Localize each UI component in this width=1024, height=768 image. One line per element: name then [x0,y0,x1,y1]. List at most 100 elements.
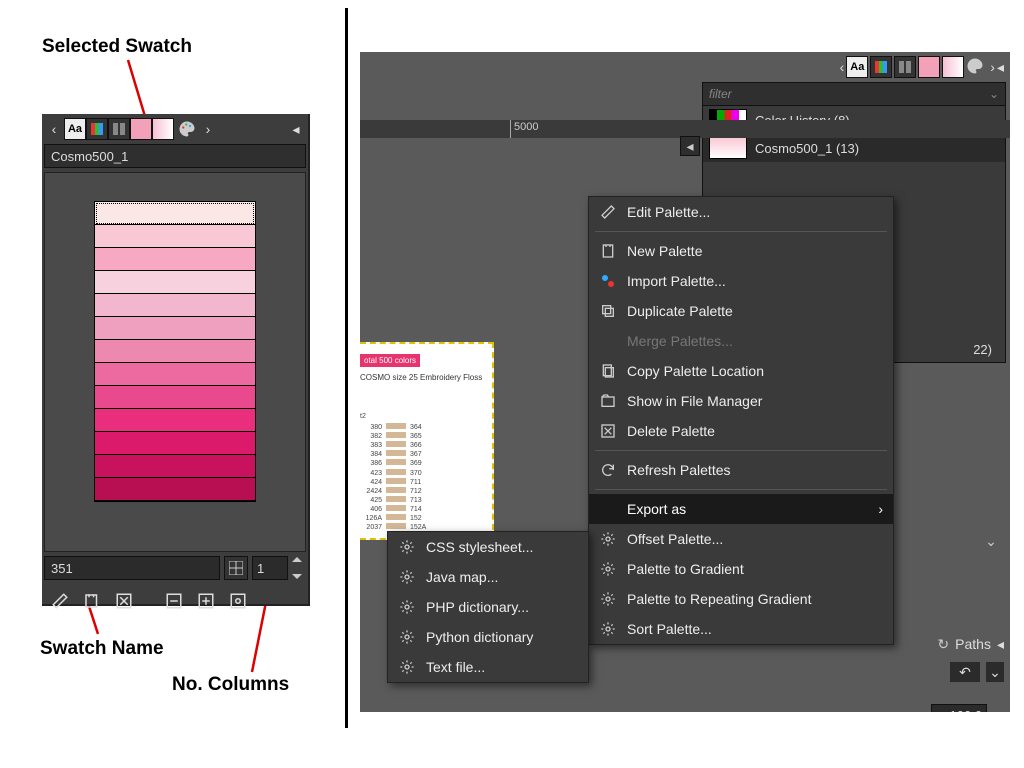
dock-menu-icon[interactable]: ◂ [997,636,1004,653]
gear-icon [398,568,416,586]
menu-item[interactable]: Export as› [589,494,893,524]
chevron-down-icon[interactable]: ⌄ [993,707,1004,712]
doc-color-count-tag: otal 500 colors [360,354,420,367]
menu-item-label: Duplicate Palette [627,303,733,319]
chevron-down-icon: ⌄ [989,87,999,101]
palette-swatch[interactable] [95,225,255,248]
submenu-item[interactable]: Text file... [388,652,588,682]
palette-filter-field[interactable]: filter ⌄ [703,83,1005,106]
font-tab-icon[interactable]: Aa [846,56,868,78]
palette-artist-icon[interactable] [176,121,198,137]
panel-expand-chevron[interactable]: ⌄ [982,532,1000,550]
new-icon [599,242,617,260]
columns-tab-icon[interactable] [108,118,130,140]
palette-artist-icon[interactable] [966,57,988,78]
palette-swatch[interactable] [95,317,255,340]
palette-swatch[interactable] [95,409,255,432]
floss-legend-row: 126A152 [360,514,490,523]
menu-item[interactable]: Copy Palette Location [589,356,893,386]
dock-menu-button[interactable]: ◂ [288,121,304,137]
palette-name-field[interactable]: Cosmo500_1 [44,144,306,168]
menu-item[interactable]: Palette to Repeating Gradient [589,584,893,614]
submenu-item[interactable]: CSS stylesheet... [388,532,588,562]
zoom-fit-button[interactable] [226,589,250,613]
palette-item-label: Cosmo500_1 (13) [755,141,859,156]
spinner-down-icon[interactable] [292,574,302,579]
palette-context-menu[interactable]: Edit Palette... New Palette Import Palette… [588,196,894,645]
palette-swatch[interactable] [95,478,255,501]
history-menu-chevron[interactable]: ⌄ [986,662,1004,682]
palette-swatch[interactable] [95,202,255,225]
font-tab-icon[interactable]: Aa [64,118,86,140]
dock-menu-button-right[interactable]: ◂ [997,59,1004,76]
dock-next-button[interactable]: › [200,121,216,137]
menu-item[interactable]: Palette to Gradient [589,554,893,584]
submenu-item-label: PHP dictionary... [426,599,529,615]
floss-legend-row: 2424712 [360,487,490,496]
menu-item[interactable]: Edit Palette... [589,197,893,227]
annotation-selected-swatch: Selected Swatch [42,36,192,58]
color-tab-icon[interactable] [86,118,108,140]
menu-item[interactable]: Show in File Manager [589,386,893,416]
history-undo-button[interactable]: ↶ [950,662,980,682]
palette-list-item-selected[interactable]: Cosmo500_1 (13) [703,134,1005,162]
delete-icon [599,422,617,440]
menu-item[interactable]: Delete Palette [589,416,893,446]
swatch-tab-icon[interactable] [918,56,940,78]
ruler-tick-label: 5000 [514,121,538,133]
palette-swatch[interactable] [95,455,255,478]
palette-swatch[interactable] [95,363,255,386]
delete-color-button[interactable] [112,589,136,613]
palette-swatch-view[interactable] [44,172,306,552]
gear-icon [599,530,617,548]
dock-next-button-right[interactable]: › [990,59,995,75]
floss-legend-row: 382365 [360,432,490,441]
blank-icon [599,500,617,518]
palette-swatch[interactable] [95,271,255,294]
submenu-item-label: CSS stylesheet... [426,539,533,555]
swatch-tab-icon[interactable] [130,118,152,140]
submenu-item[interactable]: Java map... [388,562,588,592]
edit-palette-button[interactable] [48,589,72,613]
menu-item-label: New Palette [627,243,702,259]
palette-swatch[interactable] [95,340,255,363]
zoom-in-button[interactable] [194,589,218,613]
spinner-up-icon[interactable] [292,557,302,562]
menu-item: Merge Palettes... [589,326,893,356]
menu-item[interactable]: Offset Palette... [589,524,893,554]
submenu-item[interactable]: PHP dictionary... [388,592,588,622]
columns-spinner[interactable] [292,557,306,579]
floss-legend-row: 386369 [360,459,490,468]
menu-item-label: Palette to Gradient [627,561,744,577]
canvas-document[interactable]: otal 500 colors COSMO size 25 Embroidery… [360,342,510,540]
menu-item[interactable]: Import Palette... [589,266,893,296]
panel-collapse-chevron[interactable]: ◂ [680,136,700,156]
color-tab-icon[interactable] [870,56,892,78]
paths-tab[interactable]: Paths [955,636,991,652]
new-palette-button[interactable] [80,589,104,613]
columns-tab-icon[interactable] [894,56,916,78]
column-grid-icon[interactable] [224,556,248,580]
zoom-out-button[interactable] [162,589,186,613]
gear-icon [398,628,416,646]
gradient-tab-icon[interactable] [152,118,174,140]
columns-count-field[interactable]: 1 [252,556,288,580]
dock-prev-button-right[interactable]: ‹ [840,59,845,75]
menu-item[interactable]: New Palette [589,236,893,266]
swatch-name-field[interactable]: 351 [44,556,220,580]
palette-swatch[interactable] [95,248,255,271]
menu-item[interactable]: Refresh Palettes [589,455,893,485]
gradient-tab-icon[interactable] [942,56,964,78]
menu-item[interactable]: Duplicate Palette [589,296,893,326]
refresh-icon[interactable]: ↻ [937,636,949,653]
export-as-submenu[interactable]: CSS stylesheet... Java map... PHP dictiona… [387,531,589,683]
zoom-value-field[interactable]: 100.0 [931,704,987,712]
menu-item[interactable]: Sort Palette... [589,614,893,644]
menu-item-label: Show in File Manager [627,393,762,409]
dock-prev-button[interactable]: ‹ [46,121,62,137]
palette-swatch[interactable] [95,432,255,455]
submenu-item[interactable]: Python dictionary [388,622,588,652]
palette-swatch[interactable] [95,386,255,409]
palette-swatch[interactable] [95,294,255,317]
doc-caption: COSMO size 25 Embroidery Floss [360,373,490,382]
